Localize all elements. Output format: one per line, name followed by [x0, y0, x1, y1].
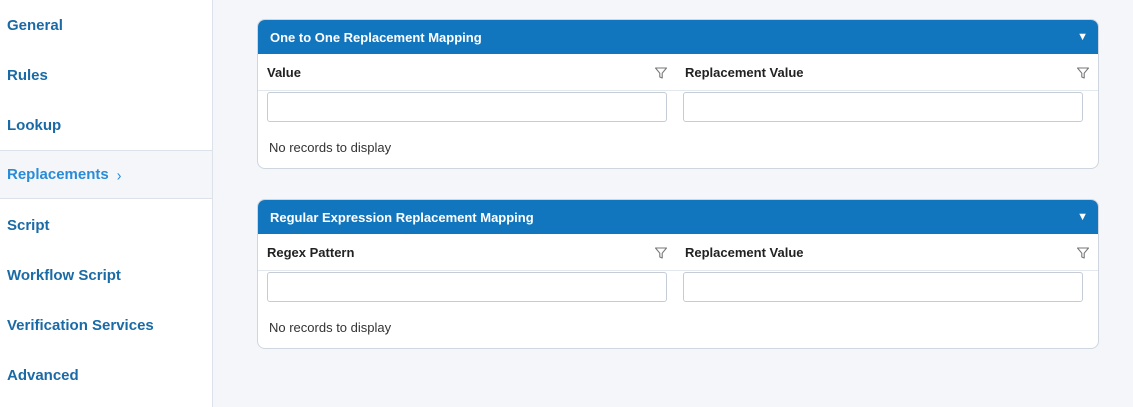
- filter-icon[interactable]: [654, 66, 668, 80]
- sidebar-item-label: Advanced: [7, 366, 79, 384]
- panel-header[interactable]: One to One Replacement Mapping ▼: [258, 20, 1098, 54]
- filter-icon[interactable]: [654, 246, 668, 260]
- collapse-toggle-icon[interactable]: ▼: [1077, 31, 1088, 43]
- one-to-one-mapping-panel: One to One Replacement Mapping ▼ Value R…: [257, 19, 1099, 169]
- column-header-label: Replacement Value: [685, 244, 804, 260]
- value-filter-input[interactable]: [267, 92, 667, 122]
- filter-row: [258, 271, 1098, 306]
- regex-mapping-panel: Regular Expression Replacement Mapping ▼…: [257, 199, 1099, 349]
- regex-pattern-filter-input[interactable]: [267, 272, 667, 302]
- sidebar-item-verification-services[interactable]: Verification Services: [0, 301, 212, 349]
- chevron-right-icon: ›: [116, 165, 122, 184]
- column-header-regex-pattern[interactable]: Regex Pattern: [258, 234, 676, 270]
- sidebar-item-advanced[interactable]: Advanced: [0, 351, 212, 399]
- sidebar-item-label: Verification Services: [7, 316, 154, 334]
- sidebar: General Rules Lookup Replacements › Scri…: [0, 0, 213, 407]
- sidebar-item-label: Lookup: [7, 116, 62, 134]
- column-header-label: Regex Pattern: [267, 244, 355, 260]
- replacement-value-filter-input[interactable]: [683, 272, 1083, 302]
- panel-header[interactable]: Regular Expression Replacement Mapping ▼: [258, 200, 1098, 234]
- sidebar-item-label: Replacements: [7, 166, 109, 183]
- sidebar-item-label: Script: [7, 216, 50, 234]
- column-header-label: Value: [267, 64, 301, 80]
- sidebar-item-general[interactable]: General: [0, 1, 212, 49]
- panel-title: One to One Replacement Mapping: [270, 29, 482, 45]
- grid-header-row: Value Replacement Value: [258, 54, 1098, 91]
- sidebar-item-label: Rules: [7, 66, 48, 84]
- filter-row: [258, 91, 1098, 126]
- sidebar-item-script[interactable]: Script: [0, 201, 212, 249]
- sidebar-item-lookup[interactable]: Lookup: [0, 101, 212, 149]
- column-header-replacement-value[interactable]: Replacement Value: [676, 234, 1098, 270]
- filter-icon[interactable]: [1076, 246, 1090, 260]
- column-header-label: Replacement Value: [685, 64, 804, 80]
- sidebar-item-label: General: [7, 16, 63, 34]
- sidebar-item-replacements[interactable]: Replacements ›: [0, 150, 212, 199]
- sidebar-item-label: Workflow Script: [7, 266, 121, 284]
- no-records-message: No records to display: [269, 139, 392, 155]
- filter-icon[interactable]: [1076, 66, 1090, 80]
- column-header-value[interactable]: Value: [258, 54, 676, 90]
- grid-header-row: Regex Pattern Replacement Value: [258, 234, 1098, 271]
- no-records-message: No records to display: [269, 319, 392, 335]
- sidebar-item-workflow-script[interactable]: Workflow Script: [0, 251, 212, 299]
- replacement-value-filter-input[interactable]: [683, 92, 1083, 122]
- column-header-replacement-value[interactable]: Replacement Value: [676, 54, 1098, 90]
- panel-title: Regular Expression Replacement Mapping: [270, 209, 534, 225]
- sidebar-item-rules[interactable]: Rules: [0, 51, 212, 99]
- collapse-toggle-icon[interactable]: ▼: [1077, 211, 1088, 223]
